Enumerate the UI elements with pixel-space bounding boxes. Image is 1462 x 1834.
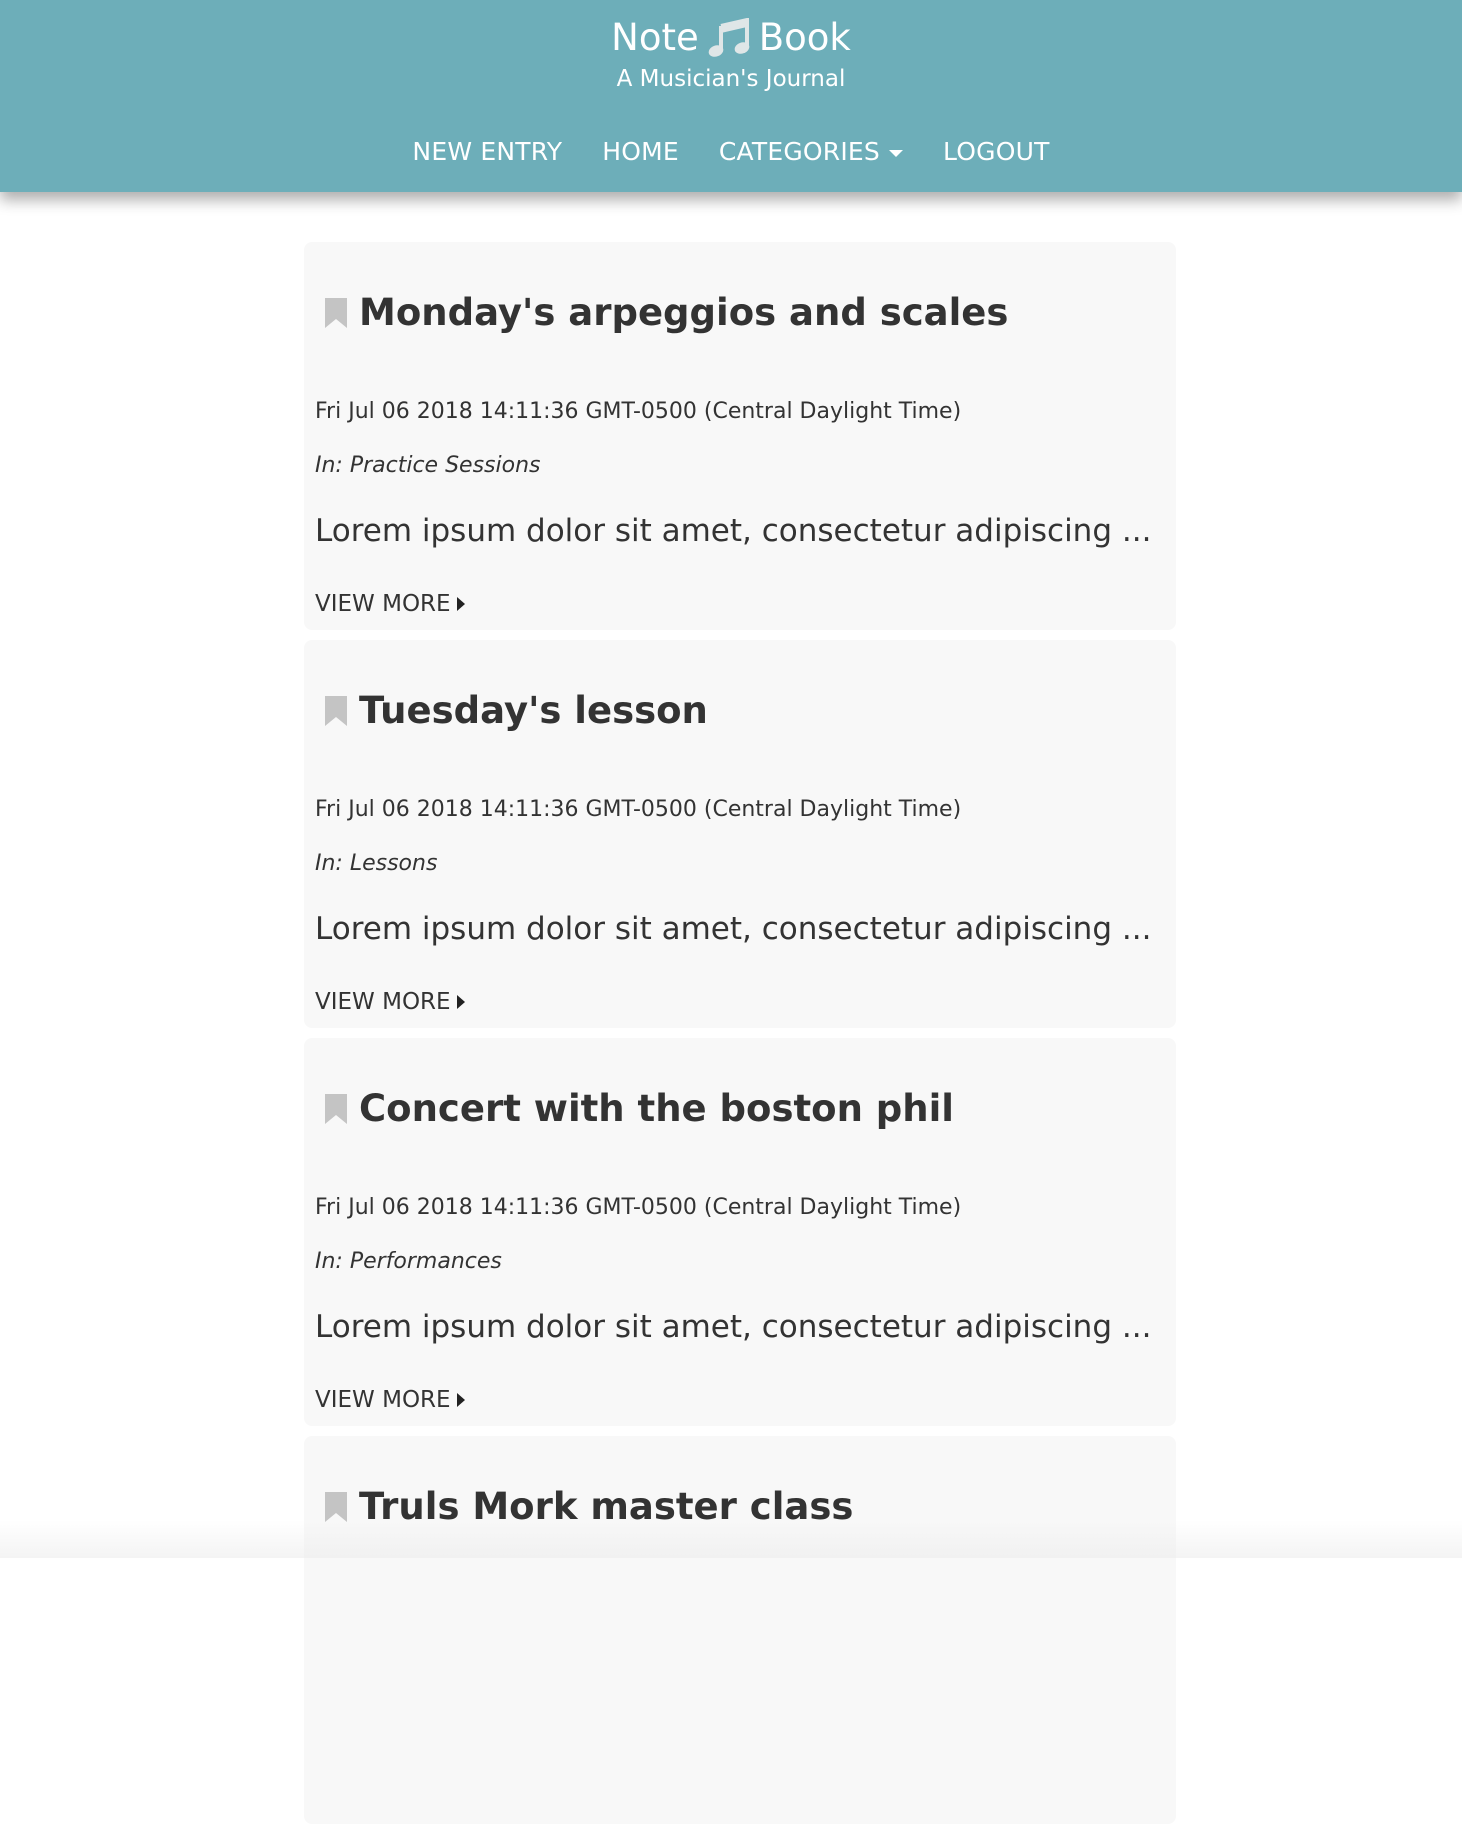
- site-subtitle: A Musician's Journal: [616, 66, 846, 92]
- entry-card: Truls Mork master class: [304, 1436, 1176, 1824]
- entry-title[interactable]: Tuesday's lesson: [324, 688, 708, 734]
- site-header: Note Book A Musician's Journal NEW ENTRY…: [0, 0, 1462, 192]
- entry-excerpt: Lorem ipsum dolor sit amet, consectetur …: [315, 911, 1152, 947]
- entry-title[interactable]: Truls Mork master class: [324, 1484, 853, 1530]
- bookmark-icon: [325, 696, 347, 726]
- bookmark-icon: [325, 298, 347, 328]
- bookmark-icon: [325, 1094, 347, 1124]
- nav-home-label: HOME: [602, 137, 679, 166]
- brand[interactable]: Note Book A Musician's Journal: [0, 14, 1462, 94]
- entry-category: In: Practice Sessions: [315, 453, 541, 478]
- caret-right-icon: [456, 1393, 465, 1407]
- nav-home[interactable]: HOME: [602, 132, 679, 172]
- entry-date: Fri Jul 06 2018 14:11:36 GMT-0500 (Centr…: [315, 797, 962, 822]
- entry-title-text: Truls Mork master class: [359, 1485, 854, 1528]
- view-more-label: VIEW MORE: [315, 591, 451, 617]
- main-nav: NEW ENTRY HOME CATEGORIES LOGOUT: [0, 132, 1462, 172]
- view-more-link[interactable]: VIEW MORE: [315, 987, 465, 1017]
- nav-new-entry-label: NEW ENTRY: [412, 137, 563, 166]
- nav-categories-dropdown[interactable]: CATEGORIES: [718, 132, 904, 172]
- entry-title[interactable]: Monday's arpeggios and scales: [324, 290, 1008, 336]
- site-title-note: Note: [611, 16, 699, 59]
- nav-logout-label: LOGOUT: [943, 137, 1050, 166]
- entry-date: Fri Jul 06 2018 14:11:36 GMT-0500 (Centr…: [315, 399, 962, 424]
- view-more-link[interactable]: VIEW MORE: [315, 1385, 465, 1415]
- nav-new-entry[interactable]: NEW ENTRY: [412, 132, 562, 172]
- entry-list: Monday's arpeggios and scales Fri Jul 06…: [304, 242, 1176, 1834]
- bookmark-icon: [325, 1492, 347, 1522]
- entry-title[interactable]: Concert with the boston phil: [324, 1086, 954, 1132]
- entry-card: Monday's arpeggios and scales Fri Jul 06…: [304, 242, 1176, 630]
- music-note-icon: [708, 18, 750, 57]
- site-title[interactable]: Note Book: [611, 14, 851, 62]
- caret-right-icon: [456, 597, 465, 611]
- view-more-label: VIEW MORE: [315, 989, 451, 1015]
- site-title-book: Book: [758, 16, 851, 59]
- entry-excerpt: Lorem ipsum dolor sit amet, consectetur …: [315, 1309, 1152, 1345]
- nav-logout[interactable]: LOGOUT: [943, 132, 1050, 172]
- caret-down-icon: [889, 149, 904, 157]
- entry-title-text: Tuesday's lesson: [359, 689, 708, 732]
- entry-date: Fri Jul 06 2018 14:11:36 GMT-0500 (Centr…: [315, 1195, 962, 1220]
- entry-category: In: Performances: [315, 1249, 502, 1274]
- entry-excerpt: Lorem ipsum dolor sit amet, consectetur …: [315, 513, 1152, 549]
- view-more-label: VIEW MORE: [315, 1387, 451, 1413]
- entry-card: Concert with the boston phil Fri Jul 06 …: [304, 1038, 1176, 1426]
- nav-categories-label: CATEGORIES: [718, 137, 881, 166]
- entry-title-text: Monday's arpeggios and scales: [359, 291, 1009, 334]
- entry-category: In: Lessons: [315, 851, 438, 876]
- entry-card: Tuesday's lesson Fri Jul 06 2018 14:11:3…: [304, 640, 1176, 1028]
- view-more-link[interactable]: VIEW MORE: [315, 589, 465, 619]
- entry-title-text: Concert with the boston phil: [359, 1087, 954, 1130]
- caret-right-icon: [456, 995, 465, 1009]
